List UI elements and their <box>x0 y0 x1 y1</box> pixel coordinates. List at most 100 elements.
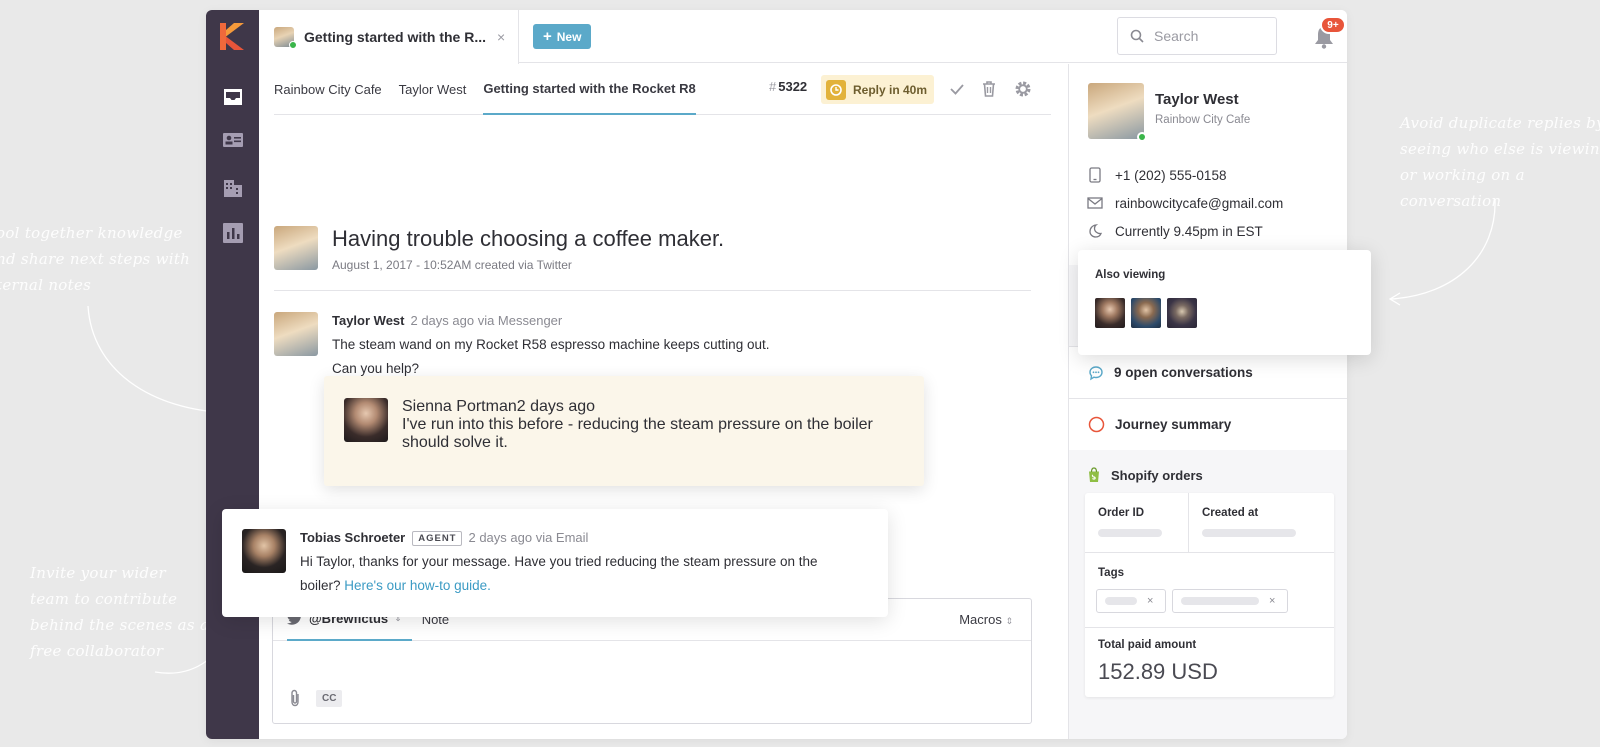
message-agent: Tobias Schroeter AGENT 2 days ago via Emai… <box>222 509 888 617</box>
new-button-label: New <box>556 29 582 44</box>
note-author: Sienna Portman <box>402 398 517 415</box>
contact-local-time: Currently 9.45pm in EST <box>1087 223 1263 239</box>
app-window: Getting started with the R... × + New Se… <box>206 10 1347 739</box>
viewer-avatar[interactable] <box>1167 298 1197 328</box>
open-conversations-label: 9 open conversations <box>1114 365 1253 380</box>
reply-sla-badge[interactable]: Reply in 40m <box>821 75 934 104</box>
online-indicator <box>289 41 297 49</box>
divider <box>274 290 1031 291</box>
moon-icon <box>1087 223 1103 239</box>
customer-panel: Taylor West Rainbow City Cafe +1 (202) 5… <box>1068 64 1347 739</box>
customer-avatar <box>274 312 318 356</box>
viewer-avatar[interactable] <box>1095 298 1125 328</box>
message-time: 2 days ago via Messenger <box>410 313 563 328</box>
journey-summary-row[interactable]: Journey summary <box>1069 398 1347 450</box>
contact-local-time-value: Currently 9.45pm in EST <box>1115 223 1263 239</box>
inbox-icon[interactable] <box>221 86 245 108</box>
customers-icon[interactable] <box>221 129 245 151</box>
message-customer: Taylor West 2 days ago via Messenger The … <box>274 312 769 381</box>
viewer-avatar[interactable] <box>1131 298 1161 328</box>
breadcrumb-conversation[interactable]: Getting started with the Rocket R8 <box>483 64 696 115</box>
tab-title: Getting started with the R... <box>304 29 487 45</box>
paperclip-icon[interactable] <box>288 689 302 707</box>
customer-avatar <box>274 226 318 270</box>
annotation-internal-notes: ool together knowledge nd share next ste… <box>0 224 191 294</box>
sidebar <box>206 10 259 739</box>
remove-tag-icon[interactable]: × <box>1147 595 1153 607</box>
topbar: Getting started with the R... × + New Se… <box>259 10 1347 64</box>
conversation-header: Having trouble choosing a coffee maker. … <box>274 226 724 272</box>
agent-avatar <box>242 529 286 573</box>
contact-email[interactable]: rainbowcitycafe@gmail.com <box>1087 195 1283 211</box>
companies-icon[interactable] <box>221 176 245 198</box>
how-to-guide-link[interactable]: Here's our how-to guide. <box>344 578 491 593</box>
note-text-line: should solve it. <box>402 434 508 451</box>
message-author: Taylor West <box>332 313 405 328</box>
collaborator-avatar <box>344 398 388 442</box>
close-icon[interactable]: × <box>497 29 505 45</box>
ticket-number-value: 5322 <box>778 79 808 94</box>
conversation-pane: Rainbow City Cafe Taylor West Getting st… <box>259 64 1067 739</box>
total-paid-value: 152.89 USD <box>1098 659 1218 684</box>
created-at-cell: Created at <box>1189 493 1334 553</box>
shopify-title: Shopify orders <box>1111 467 1203 483</box>
journey-circle-icon <box>1088 416 1105 433</box>
order-id-cell: Order ID <box>1085 493 1189 553</box>
also-viewing-title: Also viewing <box>1095 269 1166 281</box>
contact-phone-value: +1 (202) 555-0158 <box>1115 167 1227 183</box>
cc-button[interactable]: CC <box>316 689 343 707</box>
new-button[interactable]: + New <box>533 24 592 49</box>
contact-card: Taylor West Rainbow City Cafe +1 (202) 5… <box>1069 64 1347 265</box>
tag-pill[interactable]: × <box>1172 589 1288 613</box>
note-text-line: I've run into this before - reducing the… <box>402 416 873 433</box>
shopify-bag-icon <box>1089 467 1099 482</box>
shopify-section-title: Shopify orders <box>1087 467 1203 483</box>
phone-icon <box>1087 167 1103 183</box>
reports-icon[interactable] <box>221 222 245 244</box>
journey-summary-label: Journey summary <box>1115 417 1232 432</box>
kustomer-logo-icon[interactable] <box>220 23 246 50</box>
search-input[interactable]: Search <box>1117 17 1277 55</box>
gear-icon[interactable] <box>1013 79 1033 99</box>
contact-name[interactable]: Taylor West <box>1155 91 1239 108</box>
tag-placeholder <box>1181 597 1259 605</box>
tab-avatar <box>274 27 297 49</box>
message-text-line: The steam wand on my Rocket R58 espresso… <box>332 337 770 352</box>
breadcrumb-customer[interactable]: Taylor West <box>399 64 467 115</box>
notification-badge: 9+ <box>1320 16 1346 34</box>
divider <box>1085 627 1334 628</box>
internal-note: Sienna Portman2 days ago I've run into t… <box>324 376 924 486</box>
trash-icon[interactable] <box>979 79 999 99</box>
checkmark-icon[interactable] <box>947 79 967 99</box>
online-indicator <box>1137 132 1147 142</box>
message-author: Tobias Schroeter <box>300 530 406 545</box>
search-placeholder: Search <box>1154 28 1199 44</box>
contact-phone[interactable]: +1 (202) 555-0158 <box>1087 167 1226 183</box>
created-at-placeholder <box>1202 529 1296 537</box>
conversation-subject: Having trouble choosing a coffee maker. <box>332 226 725 251</box>
clock-icon <box>826 79 846 100</box>
agent-badge: AGENT <box>412 531 463 546</box>
conversation-tab[interactable]: Getting started with the R... × <box>259 10 519 64</box>
reply-sla-label: Reply in 40m <box>853 82 928 97</box>
message-text-line: Hi Taylor, thanks for your message. Have… <box>300 554 818 569</box>
customer-avatar <box>1088 83 1144 139</box>
plus-icon: + <box>543 28 552 45</box>
breadcrumb-company[interactable]: Rainbow City Cafe <box>274 64 382 115</box>
ticket-number: #5322 <box>769 79 807 94</box>
order-id-label: Order ID <box>1098 507 1145 519</box>
contact-company[interactable]: Rainbow City Cafe <box>1155 114 1250 126</box>
tag-pill[interactable]: × <box>1096 589 1166 613</box>
note-time: 2 days ago <box>516 398 596 415</box>
macros-dropdown[interactable]: Macros ⇕ <box>959 612 1013 627</box>
also-viewing-popover: Also viewing <box>1078 250 1371 355</box>
breadcrumb: Rainbow City Cafe Taylor West Getting st… <box>274 64 1051 115</box>
contact-email-value: rainbowcitycafe@gmail.com <box>1115 195 1284 211</box>
tags-label: Tags <box>1098 567 1124 579</box>
remove-tag-icon[interactable]: × <box>1269 595 1275 607</box>
total-paid-label: Total paid amount <box>1098 639 1197 651</box>
shopify-order-card: Order ID Created at Tags × × Total paid … <box>1085 493 1334 697</box>
created-at-label: Created at <box>1202 507 1259 519</box>
message-text-line: boiler? <box>300 578 345 593</box>
ticket-hash: # <box>769 79 777 94</box>
